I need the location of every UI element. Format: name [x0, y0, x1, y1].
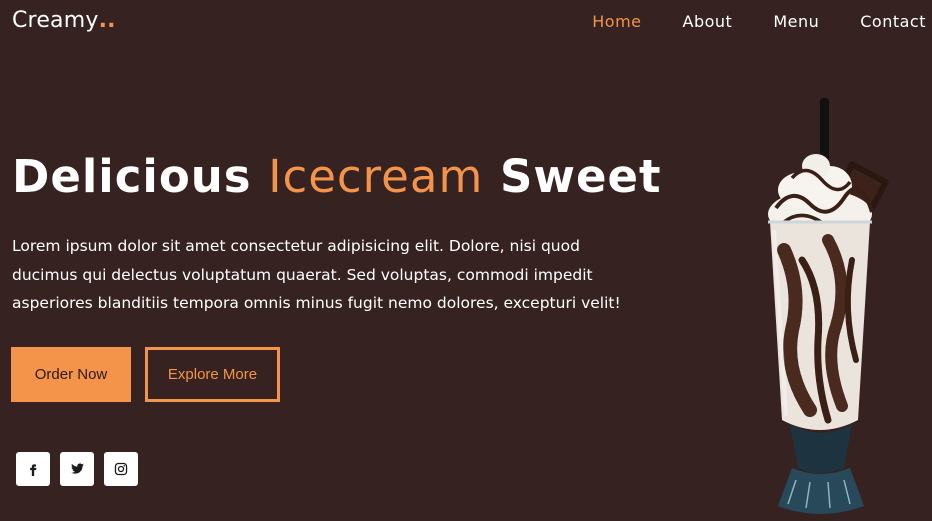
facebook-icon[interactable] — [16, 452, 50, 486]
explore-more-button[interactable]: Explore More — [145, 347, 280, 402]
hero-description: Lorem ipsum dolor sit amet consectetur a… — [12, 237, 621, 312]
hero-title-accent: Icecream — [268, 150, 484, 203]
brand-dots: .. — [98, 8, 116, 33]
nav-home[interactable]: Home — [551, 12, 641, 31]
milkshake-image — [768, 98, 889, 514]
social-links — [16, 452, 138, 486]
nav-menu[interactable]: Menu — [732, 12, 819, 31]
order-now-button[interactable]: Order Now — [11, 347, 131, 402]
main-nav: Home About Menu Contact — [551, 12, 926, 31]
hero-title-part1: Delicious — [12, 150, 252, 203]
brand-logo[interactable]: Creamy.. — [12, 8, 116, 33]
instagram-icon[interactable] — [104, 452, 138, 486]
brand-name: Creamy — [12, 8, 99, 33]
twitter-icon[interactable] — [60, 452, 94, 486]
nav-contact[interactable]: Contact — [819, 12, 926, 31]
hero-title-part2: Sweet — [499, 150, 662, 203]
nav-about[interactable]: About — [642, 12, 733, 31]
hero-title: Delicious Icecream Sweet — [12, 150, 662, 203]
